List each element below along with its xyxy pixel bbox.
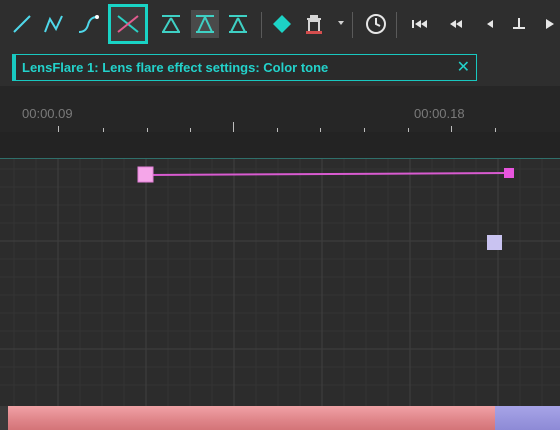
time-button[interactable] (362, 10, 390, 38)
play-button[interactable] (538, 10, 560, 38)
next-keyframe-icon (513, 18, 525, 29)
rewind-icon (450, 20, 462, 28)
next-keyframe-button[interactable] (505, 10, 533, 38)
align-up-button[interactable] (157, 10, 185, 38)
scrollbar-end-segment[interactable] (495, 406, 560, 430)
close-icon[interactable]: ✕ (457, 57, 470, 77)
ruler-track (0, 132, 560, 158)
skip-to-start-icon (412, 20, 427, 28)
add-keyframe-button[interactable] (268, 10, 296, 38)
cross-curve-icon (117, 15, 139, 33)
delete-keyframe-button[interactable] (300, 10, 328, 38)
delete-keyframe-icon (306, 15, 322, 34)
play-icon (546, 19, 554, 29)
parameter-tab-strip: LensFlare 1: Lens flare effect settings:… (0, 52, 560, 87)
toolbar-separator (261, 12, 262, 38)
clock-icon (366, 14, 386, 34)
align-down-button[interactable] (224, 10, 252, 38)
ruler-label-0: 00:00.09 (22, 106, 73, 121)
toolbar-separator (352, 12, 353, 38)
bezier-curve-icon (44, 15, 63, 33)
keyframe-point[interactable] (487, 235, 502, 250)
keyframe-graph[interactable] (0, 158, 560, 406)
chevron-down-icon[interactable] (338, 21, 344, 25)
linear-curve-button[interactable] (8, 10, 36, 38)
rewind-button[interactable] (442, 10, 470, 38)
timeline-ruler[interactable]: 00:00.09 00:00.18 (0, 86, 560, 158)
scrollbar-thumb[interactable] (8, 406, 495, 430)
ruler-label-1: 00:00.18 (414, 106, 465, 121)
previous-frame-button[interactable] (476, 10, 504, 38)
timeline-scrollbar[interactable] (0, 406, 560, 430)
align-down-icon (229, 15, 247, 33)
smooth-curve-button[interactable] (74, 10, 102, 38)
tab-label: LensFlare 1: Lens flare effect settings:… (22, 60, 329, 75)
bezier-curve-button[interactable] (40, 10, 68, 38)
keyframe-toolbar (0, 0, 560, 52)
tab-lensflare-color-tone[interactable]: LensFlare 1: Lens flare effect settings:… (12, 54, 477, 81)
keyframe-point[interactable] (137, 166, 154, 183)
previous-frame-icon (487, 20, 493, 28)
skip-to-start-button[interactable] (406, 10, 434, 38)
align-middle-icon (196, 15, 214, 33)
align-middle-button[interactable] (191, 10, 219, 38)
toolbar-separator (396, 12, 397, 38)
cross-curve-button[interactable] (108, 4, 148, 44)
graph-canvas (0, 159, 560, 406)
linear-curve-icon (13, 15, 31, 33)
add-keyframe-icon (273, 15, 291, 33)
smooth-curve-icon (78, 15, 99, 33)
keyframe-point[interactable] (504, 168, 514, 178)
align-up-icon (162, 15, 180, 33)
